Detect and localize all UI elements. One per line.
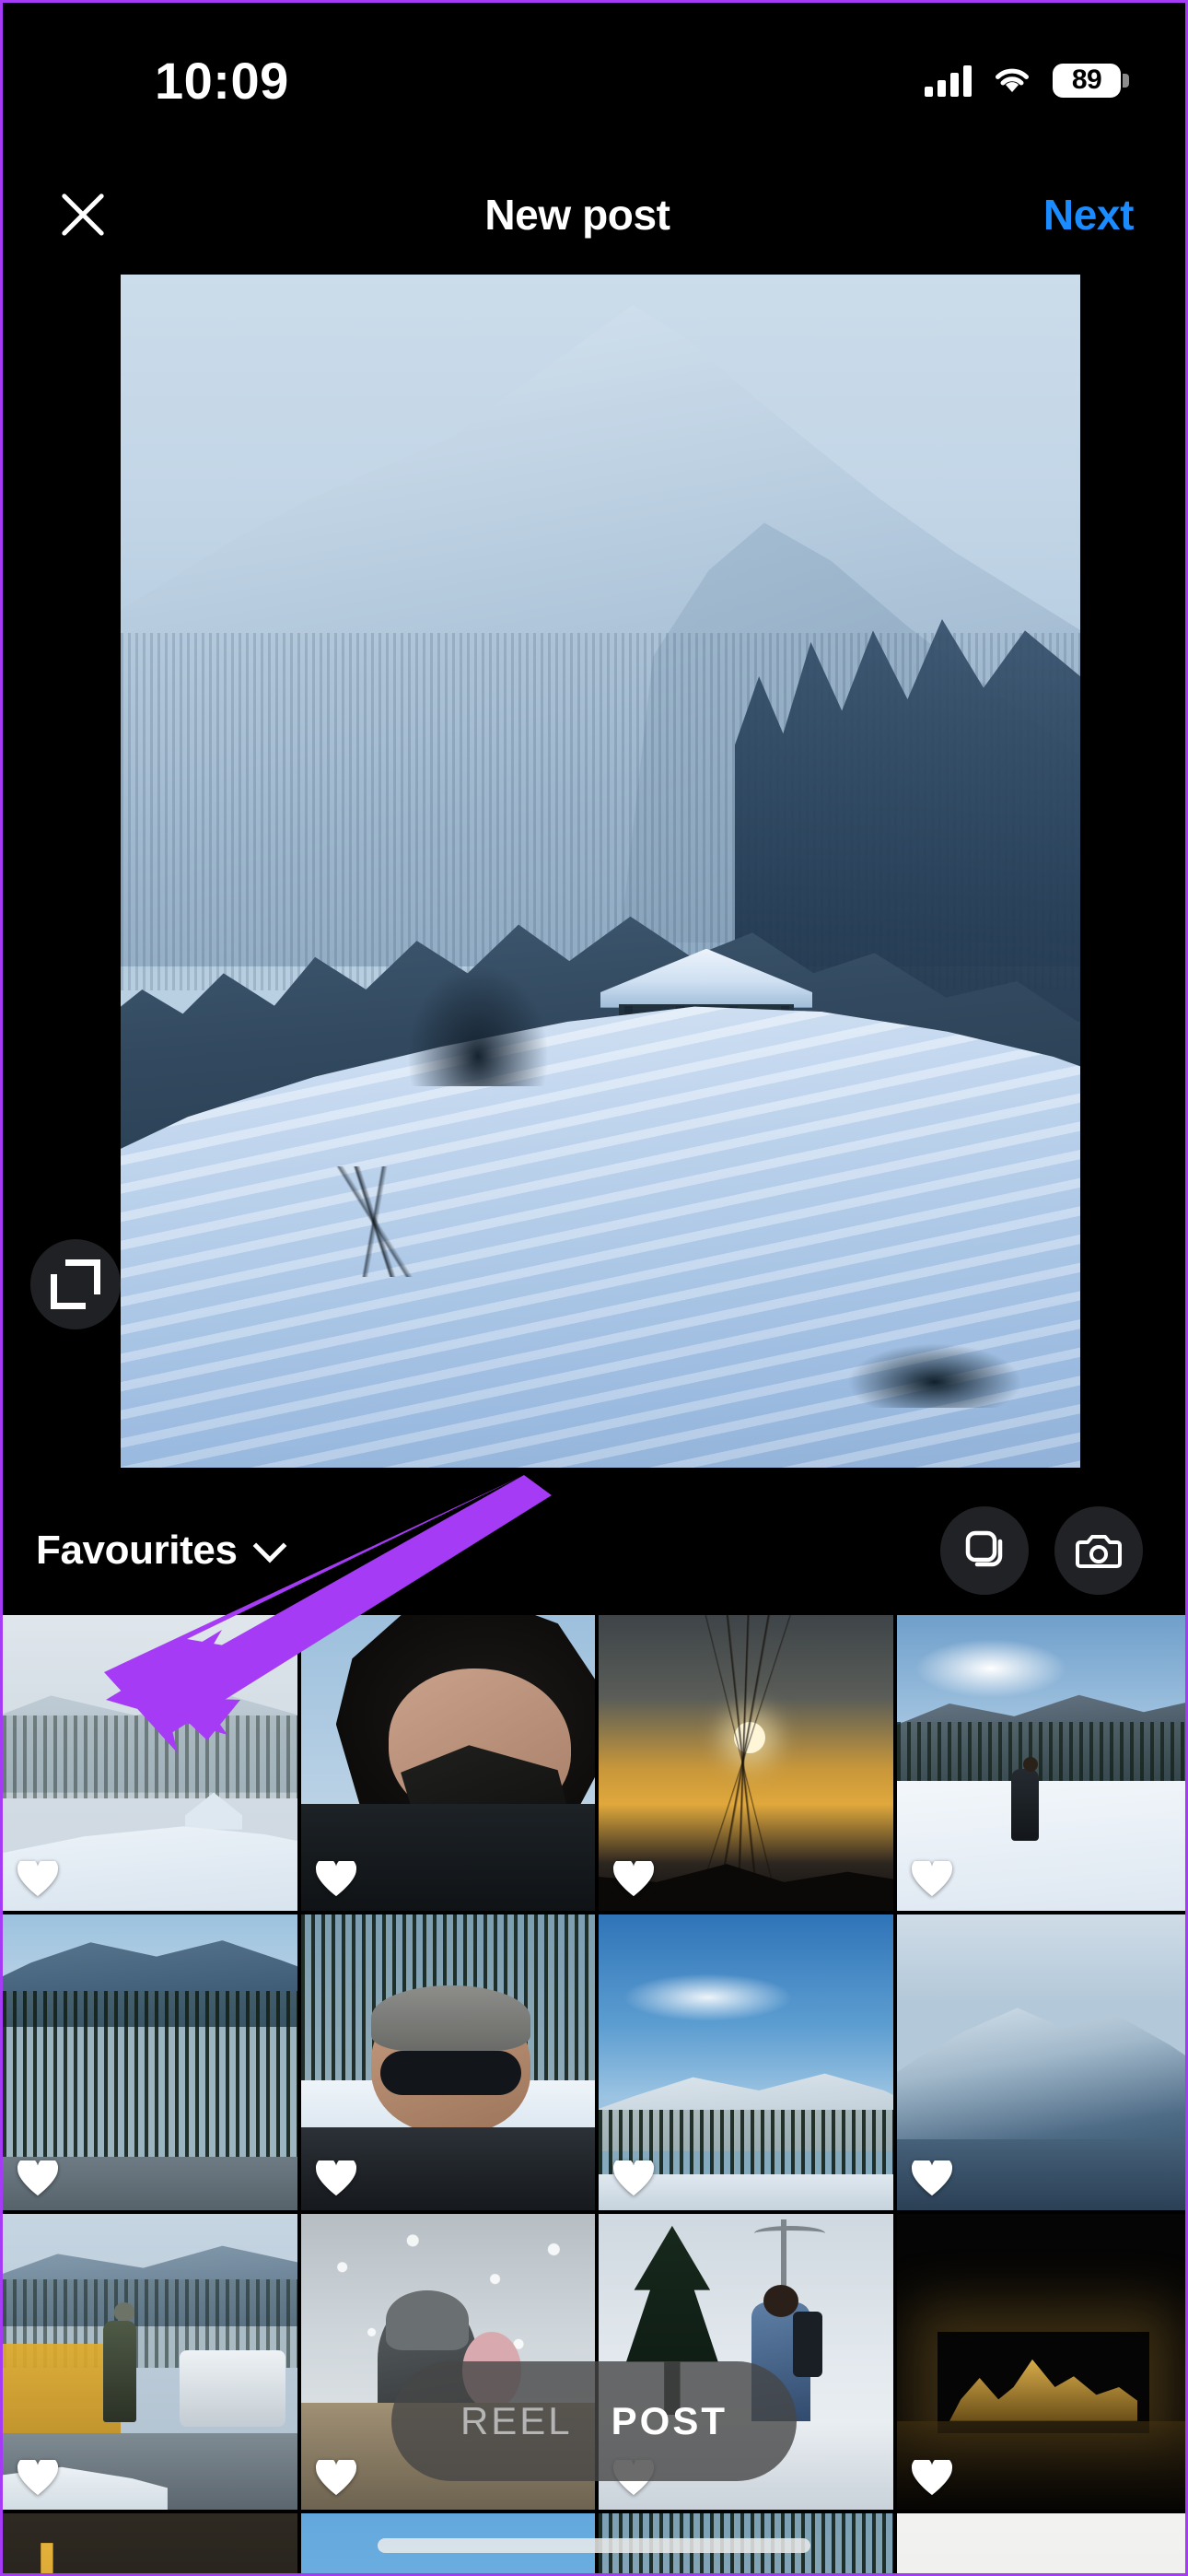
grid-item-0[interactable] bbox=[3, 1615, 297, 1911]
grid-item-8[interactable] bbox=[3, 2214, 297, 2510]
status-bar: 10:09 89 bbox=[3, 3, 1185, 141]
album-dropdown[interactable]: Favourites bbox=[36, 1528, 286, 1574]
grid-item-11[interactable] bbox=[896, 2214, 1185, 2510]
grid-item-3[interactable] bbox=[896, 1615, 1185, 1911]
grid-item-5[interactable] bbox=[300, 1914, 595, 2210]
battery-icon: 89 bbox=[1053, 63, 1129, 98]
heart-icon[interactable] bbox=[315, 2460, 356, 2497]
heart-icon[interactable] bbox=[911, 2160, 952, 2197]
album-name: Favourites bbox=[36, 1528, 238, 1573]
grid-item-7[interactable] bbox=[896, 1914, 1185, 2210]
heart-icon[interactable] bbox=[17, 2160, 58, 2197]
next-button[interactable]: Next bbox=[1043, 190, 1135, 240]
grid-item-2[interactable] bbox=[599, 1615, 893, 1911]
heart-icon[interactable] bbox=[315, 1861, 356, 1898]
expand-crop-icon[interactable] bbox=[30, 1239, 121, 1329]
wifi-icon bbox=[992, 64, 1032, 96]
chevron-down-icon bbox=[252, 1528, 286, 1563]
header-bar: New post Next bbox=[3, 161, 1185, 268]
close-icon[interactable] bbox=[54, 186, 111, 243]
camera-icon[interactable] bbox=[1054, 1506, 1143, 1595]
cellular-signal-icon bbox=[925, 64, 972, 97]
heart-icon[interactable] bbox=[911, 1861, 952, 1898]
heart-icon[interactable] bbox=[911, 2460, 952, 2497]
mode-toggle[interactable]: REEL POST bbox=[391, 2361, 797, 2481]
phone-screen: 10:09 89 New post Next Favourites REEL P… bbox=[0, 0, 1188, 2576]
home-indicator bbox=[378, 2538, 810, 2553]
heart-icon[interactable] bbox=[613, 1861, 654, 1898]
battery-level: 89 bbox=[1071, 64, 1102, 95]
status-bar-time: 10:09 bbox=[155, 51, 289, 110]
mode-reel-button[interactable]: REEL bbox=[460, 2399, 573, 2443]
preview-area bbox=[3, 275, 1185, 1472]
gallery-actions bbox=[940, 1506, 1143, 1595]
album-selector-bar: Favourites bbox=[3, 1486, 1185, 1615]
multi-select-icon[interactable] bbox=[940, 1506, 1029, 1595]
selected-photo-preview[interactable] bbox=[121, 275, 1080, 1468]
grid-item-4[interactable] bbox=[3, 1914, 297, 2210]
grid-item-15[interactable] bbox=[896, 2513, 1185, 2573]
grid-item-1[interactable] bbox=[300, 1615, 595, 1911]
heart-icon[interactable] bbox=[613, 2160, 654, 2197]
page-title: New post bbox=[484, 191, 670, 239]
grid-item-6[interactable] bbox=[599, 1914, 893, 2210]
heart-icon[interactable] bbox=[17, 1861, 58, 1898]
grid-item-12[interactable] bbox=[3, 2513, 297, 2573]
heart-icon[interactable] bbox=[17, 2460, 58, 2497]
status-bar-indicators: 89 bbox=[925, 63, 1129, 98]
heart-icon[interactable] bbox=[315, 2160, 356, 2197]
mode-post-button[interactable]: POST bbox=[611, 2399, 728, 2443]
